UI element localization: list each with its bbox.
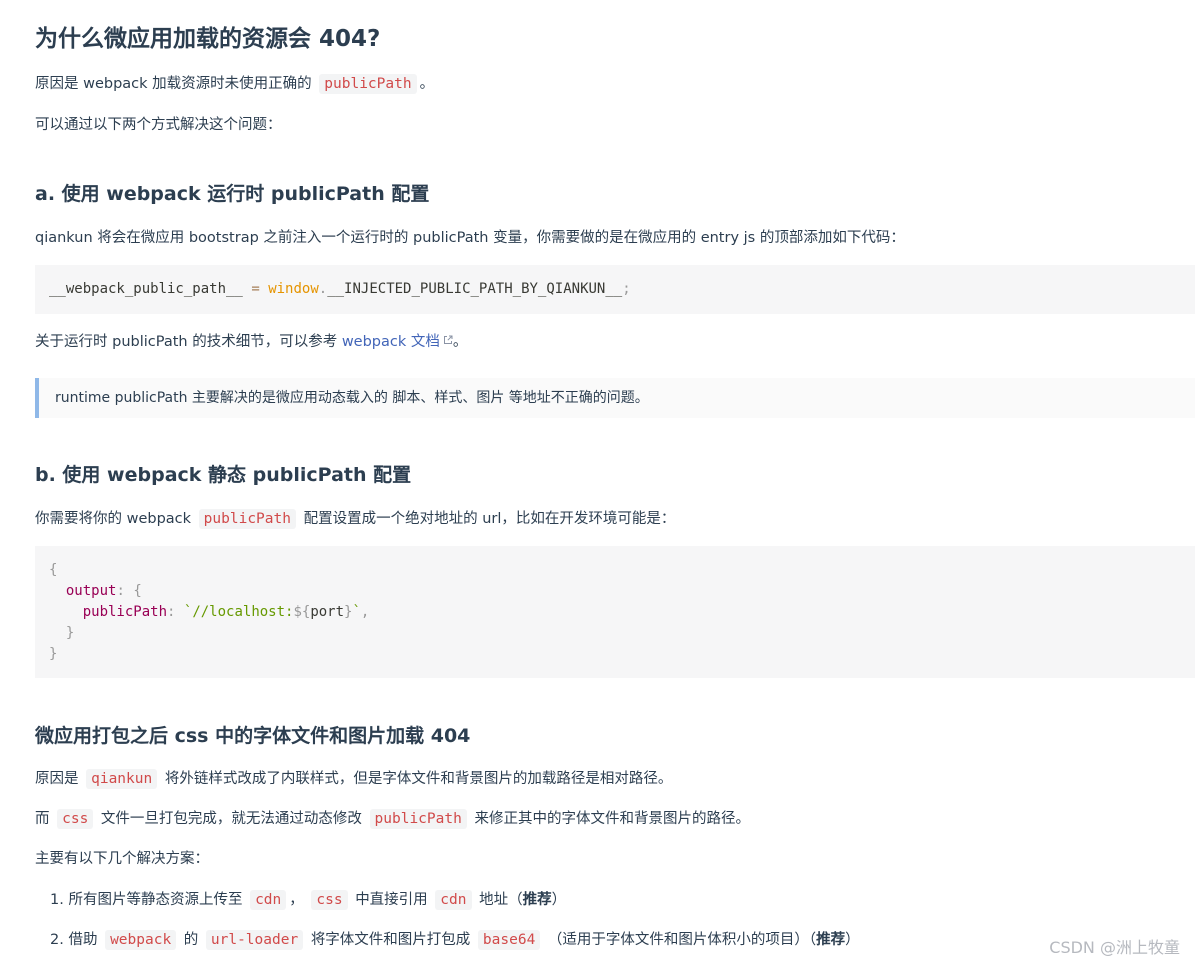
code-line: publicPath: `//localhost:${port}`, <box>49 602 1181 623</box>
code-semi: ; <box>622 281 631 297</box>
code-block-runtime: __webpack_public_path__ = window.__INJEC… <box>35 265 1195 314</box>
code-block-static: { output: { publicPath: `//localhost:${p… <box>35 546 1195 678</box>
inline-code-publicpath: publicPath <box>319 74 417 94</box>
section-b-desc-prefix: 你需要将你的 webpack <box>35 511 192 527</box>
code-publicpath-key: publicPath <box>82 604 168 620</box>
tip-blockquote: runtime publicPath 主要解决的是微应用动态载入的 脚本、样式、… <box>35 378 1195 418</box>
csdn-watermark: CSDN @洲上牧童 <box>1049 938 1180 957</box>
ref-paragraph: 关于运行时 publicPath 的技术细节，可以参考 webpack 文档。 <box>35 330 467 354</box>
inline-code-qiankun: qiankun <box>86 769 158 789</box>
list-text: 的 <box>183 932 199 948</box>
css-p2-prefix: 而 <box>35 811 50 827</box>
reason-suffix: 。 <box>419 76 435 92</box>
reason-prefix: 原因是 webpack 加载资源时未使用正确的 <box>35 76 312 92</box>
inline-code-base64: base64 <box>477 930 541 950</box>
list-text: 所有图片等静态资源上传至 <box>68 892 243 908</box>
list-text: ） <box>845 932 860 948</box>
heading-section-a: a. 使用 webpack 运行时 publicPath 配置 <box>35 183 430 205</box>
css-p2-suffix: 来修正其中的字体文件和背景图片的路径。 <box>474 811 750 827</box>
inline-code-publicpath-b: publicPath <box>198 509 296 529</box>
list-text: ） <box>551 892 567 908</box>
inline-code-publicpath-c: publicPath <box>369 809 467 829</box>
recommend-label: 推荐 <box>816 932 846 948</box>
list-text: （适用于字体文件和图片体积小的项目）（ <box>547 932 817 948</box>
code-line: } <box>49 623 1181 644</box>
code-line: { <box>49 560 1181 581</box>
code-prop: __INJECTED_PUBLIC_PATH_BY_QIANKUN__ <box>327 281 623 297</box>
css-reason-paragraph: 原因是 qiankun 将外链样式改成了内联样式，但是字体文件和背景图片的加载路… <box>35 767 672 791</box>
tip-text: runtime publicPath 主要解决的是微应用动态载入的 脚本、样式、… <box>55 390 649 406</box>
code-brace-close: } <box>49 646 58 662</box>
code-colon: : <box>116 583 125 599</box>
code-brace-open-inner: { <box>133 583 142 599</box>
code-var: __webpack_public_path__ <box>49 281 243 297</box>
inline-code-css: css <box>311 890 348 910</box>
css-p1-prefix: 原因是 <box>35 771 79 787</box>
code-interp-var: port <box>310 604 345 620</box>
solutions-intro: 主要有以下几个解决方案： <box>35 851 209 867</box>
external-link-icon <box>443 335 453 344</box>
recommend-label: 推荐 <box>522 892 552 908</box>
webpack-docs-link[interactable]: webpack 文档 <box>342 334 453 350</box>
list-item: 1. 所有图片等静态资源上传至 cdn， css 中直接引用 cdn 地址（推荐… <box>50 888 566 912</box>
css-publicpath-paragraph: 而 css 文件一旦打包完成，就无法通过动态修改 publicPath 来修正其… <box>35 807 750 831</box>
code-line: output: { <box>49 581 1181 602</box>
ref-prefix: 关于运行时 publicPath 的技术细节，可以参考 <box>35 334 338 350</box>
list-text: ， <box>289 892 304 908</box>
ref-suffix: 。 <box>452 334 468 350</box>
code-brace-close-inner: } <box>65 625 75 641</box>
list-text: 地址（ <box>479 892 523 908</box>
code-line: __webpack_public_path__ = window.__INJEC… <box>49 279 631 300</box>
section-b-desc-suffix: 配置设置成一个绝对地址的 url，比如在开发环境可能是： <box>303 511 676 527</box>
code-window: window <box>268 281 319 297</box>
code-interp-open: ${ <box>293 604 311 620</box>
code-string-start: `//localhost: <box>183 604 294 620</box>
code-output-key: output <box>65 583 117 599</box>
inline-code-webpack: webpack <box>105 930 177 950</box>
code-line: } <box>49 644 1181 665</box>
inline-code-css: css <box>57 809 94 829</box>
list-text: 将字体文件和图片打包成 <box>310 932 471 948</box>
inline-code-url-loader: url-loader <box>205 930 304 950</box>
list-num: 1. <box>50 892 64 908</box>
inline-code-cdn: cdn <box>250 890 287 910</box>
webpack-docs-link-label: webpack 文档 <box>341 334 440 350</box>
heading-section-b: b. 使用 webpack 静态 publicPath 配置 <box>35 464 412 486</box>
section-b-desc: 你需要将你的 webpack publicPath 配置设置成一个绝对地址的 u… <box>35 507 675 531</box>
inline-code-cdn: cdn <box>435 890 472 910</box>
list-item: 2. 借助 webpack 的 url-loader 将字体文件和图片打包成 b… <box>50 928 860 952</box>
code-comma: , <box>360 604 370 620</box>
code-colon: : <box>167 604 176 620</box>
list-text: 中直接引用 <box>355 892 428 908</box>
list-text: 借助 <box>68 932 98 948</box>
reason-paragraph: 原因是 webpack 加载资源时未使用正确的 publicPath。 <box>35 72 434 96</box>
list-num: 2. <box>50 932 64 948</box>
heading-404: 为什么微应用加载的资源会 404? <box>35 26 381 52</box>
css-p2-mid: 文件一旦打包完成，就无法通过动态修改 <box>100 811 362 827</box>
code-op: = <box>251 281 260 297</box>
css-p1-suffix: 将外链样式改成了内联样式，但是字体文件和背景图片的加载路径是相对路径。 <box>164 771 673 787</box>
heading-section-css: 微应用打包之后 css 中的字体文件和图片加载 404 <box>35 725 471 747</box>
code-brace-open: { <box>49 562 58 578</box>
section-a-desc: qiankun 将会在微应用 bootstrap 之前注入一个运行时的 publ… <box>35 230 905 246</box>
solve-intro: 可以通过以下两个方式解决这个问题： <box>35 117 282 133</box>
code-string-end: ` <box>352 604 361 620</box>
code-dot: . <box>318 281 328 297</box>
